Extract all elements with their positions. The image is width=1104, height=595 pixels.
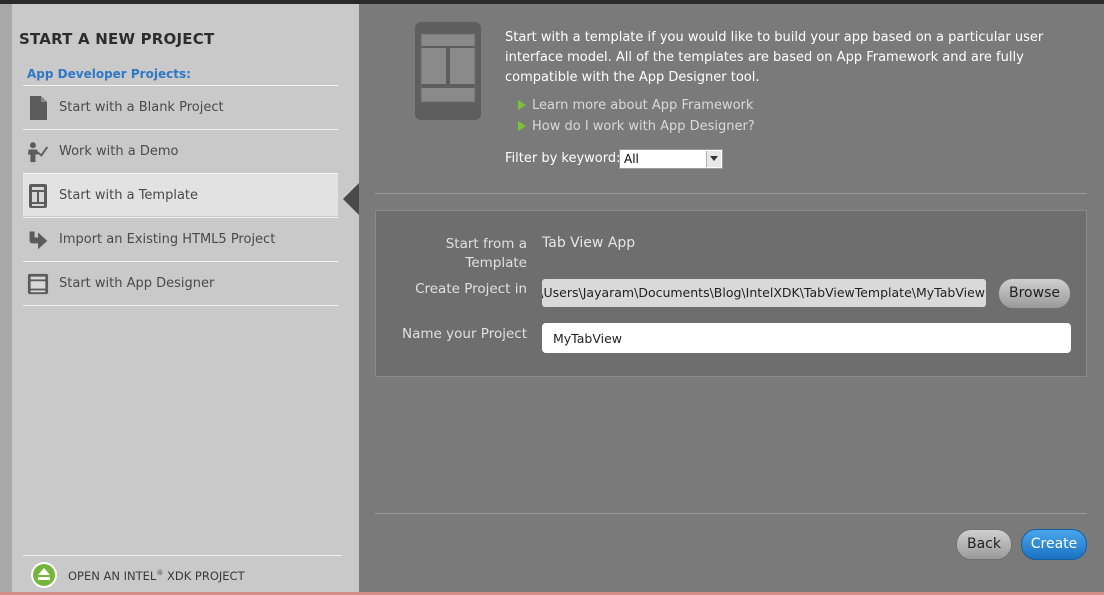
template-field-label: Start from a Template xyxy=(445,236,527,271)
sidebar-edge xyxy=(0,4,12,592)
filter-selected-value: All xyxy=(624,152,639,166)
sidebar-section-label: App Developer Projects: xyxy=(27,67,191,81)
sidebar-item-blank-project[interactable]: Start with a Blank Project xyxy=(23,85,338,128)
green-arrow-icon xyxy=(518,121,526,131)
back-button[interactable]: Back xyxy=(956,529,1012,560)
browse-button[interactable]: Browse xyxy=(998,278,1071,309)
sidebar-item-app-designer[interactable]: Start with App Designer xyxy=(23,261,338,304)
section-divider xyxy=(375,513,1087,514)
section-divider xyxy=(375,193,1087,194)
create-button[interactable]: Create xyxy=(1021,529,1087,560)
chevron-down-icon[interactable] xyxy=(706,151,721,167)
demo-presenter-icon xyxy=(27,142,49,163)
open-xdk-project-button[interactable]: OPEN AN INTEL® XDK PROJECT xyxy=(30,561,330,591)
location-field-label: Create Project in xyxy=(415,281,527,297)
app-designer-icon xyxy=(27,273,49,295)
name-field-label: Name your Project xyxy=(402,326,527,342)
sidebar-item-import[interactable]: Import an Existing HTML5 Project xyxy=(23,217,338,260)
link-learn-app-framework[interactable]: Learn more about App Framework xyxy=(518,98,753,113)
project-name-input[interactable] xyxy=(542,323,1071,353)
sidebar-divider xyxy=(23,555,342,556)
project-location-value: C:\Users\Jayaram\Documents\Blog\IntelXDK… xyxy=(542,285,985,300)
sidebar-divider xyxy=(23,305,338,306)
filter-label: Filter by keyword: xyxy=(505,151,621,166)
sidebar: START A NEW PROJECT App Developer Projec… xyxy=(12,4,359,592)
link-app-designer-help[interactable]: How do I work with App Designer? xyxy=(518,119,755,134)
selection-pointer xyxy=(343,183,359,215)
sidebar-item-demo[interactable]: Work with a Demo xyxy=(23,129,338,172)
open-xdk-project-label: OPEN AN INTEL® XDK PROJECT xyxy=(68,569,245,583)
sidebar-item-label: Start with a Blank Project xyxy=(59,100,224,115)
eject-icon xyxy=(31,562,57,588)
import-arrow-icon xyxy=(29,231,48,250)
sidebar-item-template[interactable]: Start with a Template xyxy=(23,173,338,216)
sidebar-item-label: Import an Existing HTML5 Project xyxy=(59,232,276,247)
template-illustration-icon xyxy=(415,22,481,120)
filter-keyword-select[interactable]: All xyxy=(619,149,723,169)
sidebar-item-label: Start with App Designer xyxy=(59,276,215,291)
template-value: Tab View App xyxy=(542,235,636,251)
project-location-field[interactable]: C:\Users\Jayaram\Documents\Blog\IntelXDK… xyxy=(542,279,986,307)
template-description: Start with a template if you would like … xyxy=(505,30,1044,85)
green-arrow-icon xyxy=(518,100,526,110)
sidebar-item-label: Work with a Demo xyxy=(59,144,179,159)
sidebar-title: START A NEW PROJECT xyxy=(19,30,215,48)
blank-document-icon xyxy=(30,96,47,120)
template-icon xyxy=(29,184,47,208)
sidebar-item-label: Start with a Template xyxy=(59,188,199,203)
